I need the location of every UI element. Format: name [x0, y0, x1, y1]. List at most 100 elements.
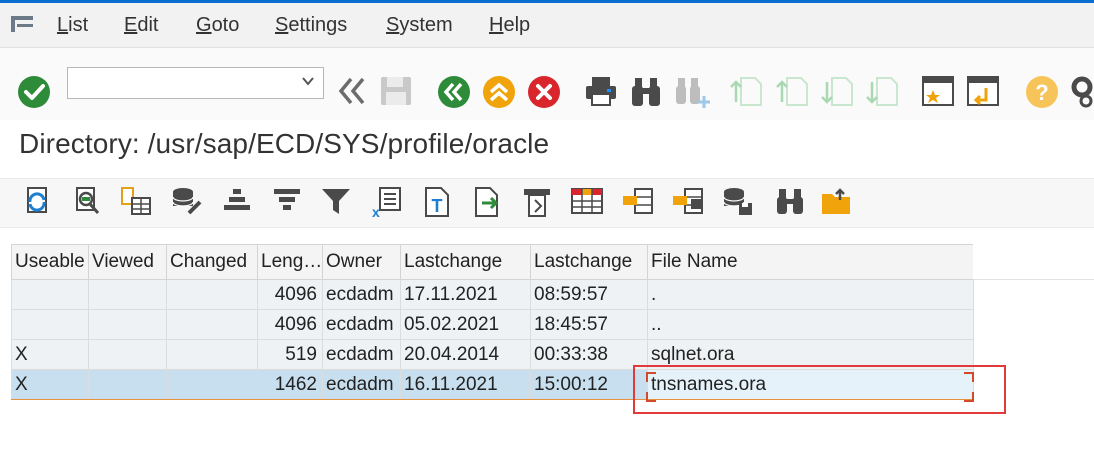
cell-length: 4096 [257, 279, 323, 310]
cell-lastchange-time: 00:33:38 [530, 339, 648, 370]
cell-length: 4096 [257, 309, 323, 340]
shortcut-icon[interactable] [966, 74, 1000, 108]
menu-goto-mnemonic: G [196, 14, 212, 36]
page-title: Directory: /usr/sap/ECD/SYS/profile/orac… [19, 128, 550, 159]
cell-file-name[interactable]: . [647, 279, 974, 310]
cell-lastchange-time: 18:45:57 [530, 309, 648, 340]
menu-list[interactable]: List [57, 14, 88, 37]
cell-lastchange-date: 05.02.2021 [400, 309, 531, 340]
column-header-viewed[interactable]: Viewed [88, 244, 167, 280]
cell-owner: ecdadm [322, 369, 401, 400]
cell-owner: ecdadm [322, 339, 401, 370]
menu-help-mnemonic: H [489, 14, 504, 36]
menu-list-label: ist [68, 14, 89, 36]
save-layout-icon[interactable] [721, 186, 755, 216]
last-page-icon[interactable] [865, 74, 901, 108]
new-session-icon[interactable] [921, 74, 955, 108]
filter-icon[interactable] [320, 186, 352, 216]
cell-changed [166, 309, 258, 340]
menu-system[interactable]: System [386, 14, 453, 37]
menu-settings[interactable]: Settings [275, 14, 347, 37]
cell-owner: ecdadm [322, 309, 401, 340]
sort-ascending-icon[interactable] [221, 186, 253, 216]
choose-layout-icon[interactable] [120, 186, 154, 216]
chevron-down-icon[interactable] [301, 74, 315, 88]
exit-icon[interactable] [482, 75, 516, 109]
command-input[interactable] [72, 69, 296, 99]
menu-system-mnemonic: S [386, 14, 400, 36]
export-icon[interactable] [472, 186, 504, 218]
cell-length: 519 [257, 339, 323, 370]
cell-changed [166, 339, 258, 370]
svg-text:T: T [432, 196, 443, 216]
cell-viewed [88, 369, 167, 400]
folder-up-icon[interactable] [820, 186, 854, 216]
column-header-useable[interactable]: Useable [11, 244, 89, 280]
next-page-icon[interactable] [820, 74, 856, 108]
menu-help[interactable]: Help [489, 14, 530, 37]
previous-page-icon[interactable] [775, 74, 811, 108]
table-header-filler [973, 244, 1094, 280]
help-icon[interactable]: ? [1025, 75, 1059, 109]
command-field[interactable] [67, 67, 324, 99]
menu-settings-label: ettings [288, 14, 348, 36]
first-page-icon[interactable] [729, 74, 765, 108]
cell-changed [166, 369, 258, 400]
menu-goto-label: oto [211, 14, 240, 36]
details-icon[interactable] [72, 186, 102, 216]
column-header-lastchange-time[interactable]: Lastchange [530, 244, 648, 280]
table-header-row: Useable Viewed Changed Leng… Owner Lastc… [11, 244, 974, 280]
menu-edit-label: dit [137, 14, 159, 36]
collapse-command-icon[interactable] [335, 75, 371, 107]
cell-useable: X [11, 339, 89, 370]
menu-goto[interactable]: Goto [196, 14, 239, 37]
cell-useable [11, 309, 89, 340]
column-header-changed[interactable]: Changed [166, 244, 258, 280]
settings-gear-icon[interactable] [1068, 73, 1094, 109]
database-edit-icon[interactable] [170, 186, 204, 216]
save-icon[interactable] [378, 74, 414, 108]
menu-icon[interactable] [10, 15, 36, 35]
cell-lastchange-date: 17.11.2021 [400, 279, 531, 310]
cell-lastchange-date: 16.11.2021 [400, 369, 531, 400]
sort-descending-icon[interactable] [271, 186, 303, 216]
highlight-annotation-box [633, 365, 1006, 414]
cell-changed [166, 279, 258, 310]
menu-help-label: elp [503, 14, 531, 36]
column-header-owner[interactable]: Owner [322, 244, 401, 280]
cell-length: 1462 [257, 369, 323, 400]
total-icon[interactable]: x [370, 186, 404, 218]
cell-lastchange-time: 08:59:57 [530, 279, 648, 310]
table-row[interactable]: 4096 ecdadm 17.11.2021 08:59:57 . [11, 279, 974, 310]
svg-text:x: x [372, 204, 380, 218]
cell-owner: ecdadm [322, 279, 401, 310]
spreadsheet-icon[interactable] [570, 186, 604, 216]
text-document-icon[interactable]: T [421, 186, 453, 218]
find-binoculars-icon[interactable] [628, 74, 664, 108]
find-next-icon[interactable] [672, 74, 712, 110]
cell-useable [11, 279, 89, 310]
back-icon[interactable] [437, 75, 471, 109]
search-binoculars-icon[interactable] [773, 186, 807, 216]
column-header-lastchange-date[interactable]: Lastchange [400, 244, 531, 280]
select-layout-icon[interactable] [621, 186, 655, 216]
change-layout-icon[interactable] [671, 186, 705, 216]
menu-settings-mnemonic: S [275, 14, 289, 36]
refresh-icon[interactable] [22, 186, 52, 216]
menu-edit[interactable]: Edit [124, 14, 158, 37]
column-header-file-name[interactable]: File Name [647, 244, 974, 280]
svg-text:?: ? [1035, 80, 1048, 105]
cell-file-name[interactable]: .. [647, 309, 974, 340]
cancel-icon[interactable] [527, 75, 561, 109]
column-header-length[interactable]: Leng… [257, 244, 323, 280]
cell-lastchange-date: 20.04.2014 [400, 339, 531, 370]
cell-viewed [88, 309, 167, 340]
cell-viewed [88, 339, 167, 370]
enter-check-icon[interactable] [17, 75, 51, 109]
cell-useable: X [11, 369, 89, 400]
print-icon[interactable] [583, 74, 619, 108]
cell-viewed [88, 279, 167, 310]
print-preview-icon[interactable] [521, 186, 553, 218]
cell-lastchange-time: 15:00:12 [530, 369, 648, 400]
table-row[interactable]: 4096 ecdadm 05.02.2021 18:45:57 .. [11, 309, 974, 340]
